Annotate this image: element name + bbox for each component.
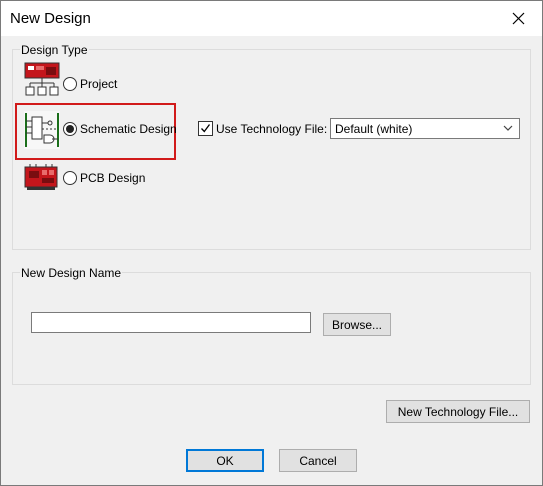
schematic-radio[interactable]: [63, 122, 77, 136]
design-name-label: New Design Name: [20, 266, 123, 280]
project-radio[interactable]: [63, 77, 77, 91]
title-bar: New Design: [1, 1, 542, 36]
use-technology-file-label[interactable]: Use Technology File:: [216, 122, 327, 136]
use-technology-file-checkbox[interactable]: [198, 121, 213, 136]
ok-button[interactable]: OK: [186, 449, 264, 472]
technology-file-value: Default (white): [335, 122, 413, 136]
close-button[interactable]: [496, 1, 542, 36]
new-technology-file-button[interactable]: New Technology File...: [386, 400, 530, 423]
cancel-button[interactable]: Cancel: [279, 449, 357, 472]
pcb-icon: [24, 164, 58, 190]
project-icon: [24, 62, 60, 96]
pcb-label[interactable]: PCB Design: [80, 171, 145, 185]
new-design-dialog: New Design Design Type Project Schematic…: [0, 0, 543, 486]
technology-file-select[interactable]: Default (white): [330, 118, 520, 139]
schematic-label[interactable]: Schematic Design: [80, 122, 177, 136]
project-label[interactable]: Project: [80, 77, 117, 91]
schematic-icon: [24, 111, 60, 149]
checkmark-icon: [201, 124, 211, 133]
close-icon: [512, 12, 525, 25]
design-type-label: Design Type: [20, 43, 89, 57]
design-name-input[interactable]: [31, 312, 311, 333]
pcb-radio[interactable]: [63, 171, 77, 185]
browse-button[interactable]: Browse...: [323, 313, 391, 336]
chevron-down-icon: [503, 125, 513, 131]
dialog-title: New Design: [10, 10, 91, 27]
